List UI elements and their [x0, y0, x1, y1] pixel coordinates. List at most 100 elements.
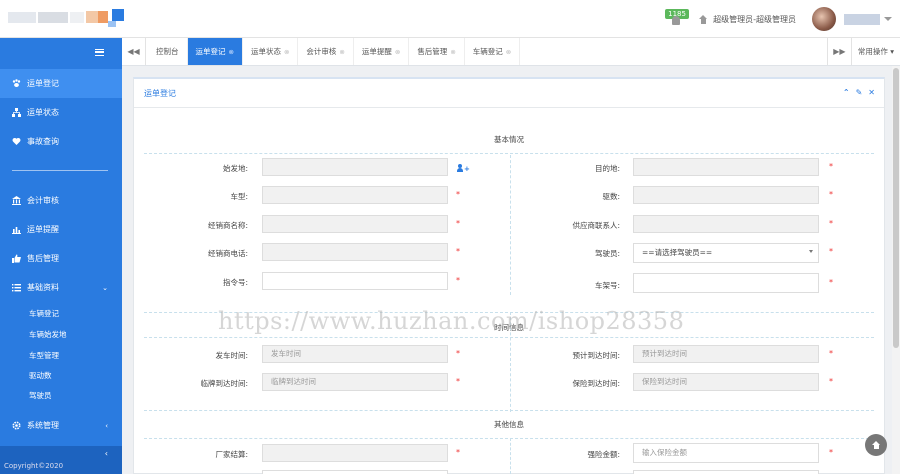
add-user-icon[interactable]: +	[457, 164, 470, 173]
sidebar-item-basic-data[interactable]: 基础资料 ⌄	[0, 273, 122, 302]
dealer-name-field[interactable]	[262, 215, 448, 233]
tab-scroll-right-button[interactable]: ▶▶	[826, 38, 851, 65]
section-divider	[144, 153, 874, 154]
driver-select[interactable]: ==请选择驾驶员==	[633, 243, 819, 263]
tab-label: 车辆登记	[472, 47, 503, 56]
back-to-home-button[interactable]	[865, 434, 887, 456]
gear-icon	[12, 421, 21, 430]
paw-icon	[12, 79, 21, 88]
tab-label: 售后管理	[417, 47, 448, 56]
section-divider	[144, 410, 874, 411]
dealer-phone-field[interactable]	[262, 243, 448, 261]
avatar[interactable]	[812, 7, 836, 31]
order-no-label: 指令号:	[222, 278, 248, 287]
temp-plate-time-label: 临牌到达时间:	[200, 379, 248, 388]
required-mark: *	[456, 377, 460, 386]
collapse-sidebar-icon[interactable]: ‹	[105, 449, 108, 458]
bar-chart-icon	[12, 225, 21, 234]
sidebar-subitem-vehicle-type[interactable]: 车型管理	[29, 350, 59, 361]
column-divider	[510, 438, 511, 474]
required-mark: *	[456, 448, 460, 457]
required-mark: *	[829, 219, 833, 228]
tab-scroll-left-button[interactable]: ◀◀	[122, 38, 146, 65]
driver-select-value: ==请选择驾驶员==	[642, 248, 713, 257]
sidebar-subitem-drive-count[interactable]: 驱动数	[29, 370, 52, 381]
drive-count-field[interactable]	[633, 186, 819, 204]
tab-label: 控制台	[156, 47, 179, 56]
sidebar-item-label: 售后管理	[27, 254, 59, 263]
required-mark: *	[829, 349, 833, 358]
depart-time-label: 发车时间:	[215, 351, 248, 360]
chevron-left-icon: ‹	[105, 421, 108, 430]
home-icon[interactable]	[699, 14, 708, 24]
origin-label: 始发地:	[222, 164, 248, 173]
supplier-contact-field[interactable]	[633, 215, 819, 233]
depart-time-field[interactable]: 发车时间	[262, 345, 448, 363]
close-icon[interactable]: ✕	[868, 88, 875, 97]
origin-field[interactable]	[262, 158, 448, 176]
tab-accounting-audit[interactable]: 会计审核 ⊗	[298, 38, 354, 65]
sidebar-item-aftersales[interactable]: 售后管理	[0, 244, 122, 273]
scrollbar-thumb[interactable]	[893, 68, 899, 348]
insurance-time-field[interactable]: 保险到达时间	[633, 373, 819, 391]
required-mark: *	[829, 162, 833, 171]
close-icon[interactable]: ⊗	[339, 48, 344, 56]
close-icon[interactable]: ⊗	[450, 48, 455, 56]
close-icon[interactable]: ⊗	[284, 48, 289, 56]
sidebar-subitem-vehicle-register[interactable]: 车辆登记	[29, 308, 59, 319]
sidebar: 运单登记 运单状态 事故查询 会计审核 运单提醒 售后管理 基础资料 ⌄ 车辆登…	[0, 38, 122, 474]
wrench-icon[interactable]: ✎	[856, 88, 863, 97]
tab-aftersales[interactable]: 售后管理 ⊗	[409, 38, 465, 65]
collapse-icon[interactable]: ⌃	[843, 88, 850, 97]
sidebar-item-label: 基础资料	[27, 283, 59, 292]
section-title-other: 其他信息	[494, 420, 524, 429]
vehicle-type-field[interactable]	[262, 186, 448, 204]
frame-no-label: 车架号:	[594, 281, 620, 290]
tab-waybill-register[interactable]: 运单登记 ⊗	[187, 38, 243, 65]
temp-plate-time-field[interactable]: 临牌到达时间	[262, 373, 448, 391]
sidebar-subitem-driver[interactable]: 驾驶员	[29, 390, 52, 401]
page-scrollbar[interactable]	[892, 66, 900, 474]
top-bar: 1185 超级管理员-超级管理员	[0, 0, 900, 38]
eta-field[interactable]: 预计到达时间	[633, 345, 819, 363]
required-mark: *	[456, 247, 460, 256]
notification-bell[interactable]: 1185	[665, 0, 689, 38]
destination-label: 目的地:	[594, 164, 620, 173]
factory-settlement-field[interactable]	[262, 444, 448, 462]
section-divider	[144, 438, 874, 439]
common-ops-dropdown[interactable]: 常用操作 ▾	[850, 38, 900, 65]
sidebar-item-waybill-status[interactable]: 运单状态	[0, 98, 122, 127]
frame-no-field[interactable]	[633, 273, 819, 293]
sidebar-item-system-management[interactable]: 系统管理 ‹	[0, 411, 122, 440]
sidebar-item-label: 事故查询	[27, 137, 59, 146]
sidebar-item-label: 运单登记	[27, 79, 59, 88]
order-no-field[interactable]	[262, 272, 448, 290]
eta-label: 预计到达时间:	[572, 351, 620, 360]
tab-dashboard[interactable]: 控制台	[148, 38, 188, 65]
tab-waybill-reminder[interactable]: 运单提醒 ⊗	[354, 38, 410, 65]
sidebar-item-waybill-register[interactable]: 运单登记	[0, 69, 122, 98]
user-menu-caret-icon[interactable]	[884, 17, 892, 21]
next-row-field[interactable]	[262, 470, 448, 474]
tab-vehicle-register[interactable]: 车辆登记 ⊗	[465, 38, 521, 65]
required-mark: *	[456, 349, 460, 358]
sidebar-item-accounting-audit[interactable]: 会计审核	[0, 186, 122, 215]
close-icon[interactable]: ⊗	[229, 48, 234, 56]
insurance-amount-field[interactable]: 输入保险金额	[633, 443, 819, 463]
dealer-name-label: 经销商名称:	[207, 221, 248, 230]
sidebar-subitem-vehicle-origin[interactable]: 车辆始发地	[29, 329, 67, 340]
user-name-blurred[interactable]	[844, 13, 880, 25]
sidebar-item-accident-query[interactable]: 事故查询	[0, 127, 122, 156]
close-icon[interactable]: ⊗	[395, 48, 400, 56]
next-row-field[interactable]	[633, 470, 819, 474]
tab-waybill-status[interactable]: 运单状态 ⊗	[243, 38, 299, 65]
vehicle-type-label: 车型:	[230, 192, 248, 201]
waybill-register-panel: 运单登记 ⌃ ✎ ✕ 基本情况 始发地: + 目的地: * 车型: * 驱数: …	[133, 77, 885, 474]
close-icon[interactable]: ⊗	[506, 48, 511, 56]
column-divider	[510, 312, 511, 412]
sidebar-toggle[interactable]	[0, 38, 122, 66]
hamburger-icon[interactable]	[95, 48, 104, 56]
destination-field[interactable]	[633, 158, 819, 176]
bank-icon	[12, 196, 21, 205]
sidebar-item-waybill-reminder[interactable]: 运单提醒	[0, 215, 122, 244]
